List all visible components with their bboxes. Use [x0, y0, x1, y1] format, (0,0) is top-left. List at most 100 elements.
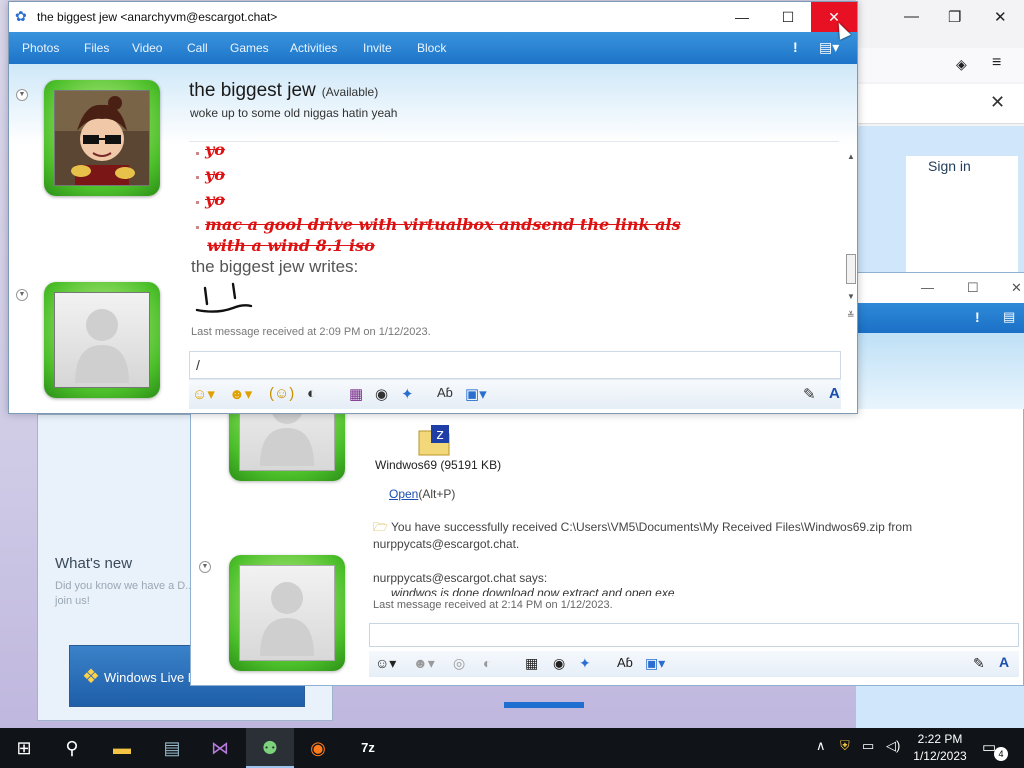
contact-status: (Available) [321, 85, 379, 99]
my-avatar-dropdown[interactable]: ▼ [16, 289, 28, 301]
show-menu-icon[interactable]: ▤▾ [819, 39, 839, 56]
pen-icon[interactable]: ✎ [803, 385, 816, 403]
pen-icon[interactable]: ✎ [973, 655, 985, 672]
open-label[interactable]: Open [389, 487, 418, 501]
show-hidden-icons[interactable]: ∧ [816, 738, 826, 754]
text-format-icon[interactable]: A [999, 654, 1009, 670]
signin-panel [906, 156, 1018, 276]
header-separator [189, 141, 839, 142]
svg-text:z: z [436, 427, 443, 443]
handwritten-ink-message [195, 282, 253, 313]
menu-invite[interactable]: Invite [363, 41, 392, 55]
emoticon-icon[interactable]: ☺▾ [192, 385, 215, 403]
nudge-icon[interactable]: ! [975, 309, 980, 325]
menu-block[interactable]: Block [417, 41, 446, 55]
pocket-icon[interactable]: ◈ [956, 56, 967, 73]
chat-message: yo [205, 190, 225, 209]
browser-close-button[interactable]: ✕ [994, 8, 1007, 26]
collapse-icon[interactable]: ≚ [847, 310, 855, 321]
personal-message: woke up to some old niggas hatin yeah [190, 106, 398, 120]
chat-scrollbar[interactable]: ▲ ▼ ≚ [845, 152, 857, 324]
writes-label: the biggest jew writes: [191, 257, 359, 276]
games-icon[interactable]: ✦ [401, 385, 414, 403]
conv2-last-message: Last message received at 2:14 PM on 1/12… [373, 599, 613, 611]
browser-toolbar: ◈ ≡ [856, 48, 1024, 82]
7zip-button[interactable]: 7z [344, 728, 392, 768]
scroll-up-icon[interactable]: ▲ [847, 152, 855, 161]
contact-avatar-dropdown[interactable]: ▼ [16, 89, 28, 101]
conv2-close-button[interactable]: ✕ [1011, 280, 1022, 296]
show-menu-icon[interactable]: ▤ [1003, 309, 1015, 325]
conv2-minimize-button[interactable]: — [921, 280, 934, 295]
conv2-avatar-dropdown[interactable]: ▼ [199, 561, 211, 573]
menu-call[interactable]: Call [187, 41, 208, 55]
security-icon[interactable]: ⛨ [840, 738, 850, 754]
menu-files[interactable]: Files [84, 41, 109, 55]
visual-studio-button[interactable]: ⋈ [196, 728, 244, 768]
menu-games[interactable]: Games [230, 41, 269, 55]
menu-icon[interactable]: ≡ [992, 54, 1001, 72]
nudge-icon[interactable]: ! [793, 39, 798, 55]
says-line: nurppycats@escargot.chat says: [373, 571, 548, 585]
search-button[interactable]: ⚲ [48, 728, 96, 768]
games-icon[interactable]: ✦ [579, 655, 591, 672]
handwriting-icon[interactable]: ◉ [553, 655, 565, 672]
ink-icon[interactable]: ▦ [525, 655, 538, 672]
maximize-button[interactable]: ☐ [765, 2, 811, 32]
ink-icon[interactable]: ▦ [349, 385, 363, 403]
browser-progress-indicator [504, 702, 584, 708]
nudge-tool-icon[interactable]: ◐ [307, 385, 316, 402]
clock[interactable]: 2:22 PM 1/12/2023 [912, 731, 968, 765]
sign-in-link[interactable]: Sign in [928, 158, 971, 174]
voice-clip-icon[interactable]: ◎ [453, 655, 465, 672]
folder-icon: 🗁 [373, 520, 391, 534]
font-icon[interactable]: Aɓ [437, 385, 453, 400]
contact-avatar[interactable] [44, 80, 160, 196]
file-explorer-button[interactable]: ▬ [98, 728, 146, 768]
browser-restore-button[interactable]: ❐ [948, 8, 961, 26]
chat-message: with a wind 8.1 iso [207, 236, 375, 255]
message-toolbar: ☺▾ ☻▾ (☺) ◐ ▦ ◉ ✦ Aɓ ▣▾ ✎ A [189, 379, 841, 409]
conversation-window: ✿ the biggest jew <anarchyvm@escargot.ch… [8, 1, 858, 414]
volume-icon[interactable]: ◁) [886, 738, 900, 754]
background-icon[interactable]: ▣▾ [645, 655, 665, 672]
chat-message: yo [205, 144, 225, 159]
bullet [196, 201, 199, 204]
windows-logo-icon: ❖ [82, 666, 100, 688]
conv2-maximize-button[interactable]: ☐ [967, 280, 979, 296]
message-input-value: / [196, 357, 200, 373]
wink-icon[interactable]: ☻▾ [413, 655, 435, 672]
voice-clip-icon[interactable]: (☺) [269, 385, 294, 402]
conv2-message-input[interactable] [369, 623, 1019, 647]
browser-minimize-button[interactable]: — [904, 8, 919, 25]
menu-photos[interactable]: Photos [22, 41, 59, 55]
messenger-button[interactable]: ⚉ [246, 728, 294, 768]
last-message-timestamp: Last message received at 2:09 PM on 1/12… [191, 326, 431, 338]
network-icon[interactable]: ▭ [862, 738, 874, 754]
font-icon[interactable]: Aɓ [617, 655, 633, 670]
emoticon-icon[interactable]: ☺▾ [375, 655, 396, 672]
my-avatar[interactable] [44, 282, 160, 398]
conv2-my-avatar[interactable] [229, 555, 345, 671]
start-button[interactable]: ⊞ [0, 728, 48, 768]
clock-date: 1/12/2023 [913, 749, 967, 763]
message-input[interactable]: / [189, 351, 841, 379]
zip-file-icon[interactable]: z [417, 423, 451, 457]
handwriting-icon[interactable]: ◉ [375, 385, 388, 403]
menu-video[interactable]: Video [132, 41, 162, 55]
menu-activities[interactable]: Activities [290, 41, 337, 55]
nudge-tool-icon[interactable]: ◐ [483, 655, 491, 671]
taskbar: ⊞ ⚲ ▬ ▤ ⋈ ⚉ ◉ 7z ∧ ⛨ ▭ ◁) 2:22 PM 1/12/2… [0, 728, 1024, 768]
default-user-icon [75, 309, 129, 383]
open-file-link[interactable]: Open(Alt+P) [389, 487, 455, 501]
text-format-icon[interactable]: A [829, 385, 840, 402]
close-icon[interactable]: ✕ [990, 92, 1005, 113]
scrollbar-thumb[interactable] [846, 254, 856, 284]
background-icon[interactable]: ▣▾ [465, 385, 487, 403]
mmc-button[interactable]: ▤ [148, 728, 196, 768]
notification-count: 4 [994, 747, 1008, 761]
wink-icon[interactable]: ☻▾ [229, 385, 252, 403]
scroll-down-icon[interactable]: ▼ [847, 292, 855, 301]
firefox-button[interactable]: ◉ [294, 728, 342, 768]
minimize-button[interactable]: — [719, 2, 765, 32]
